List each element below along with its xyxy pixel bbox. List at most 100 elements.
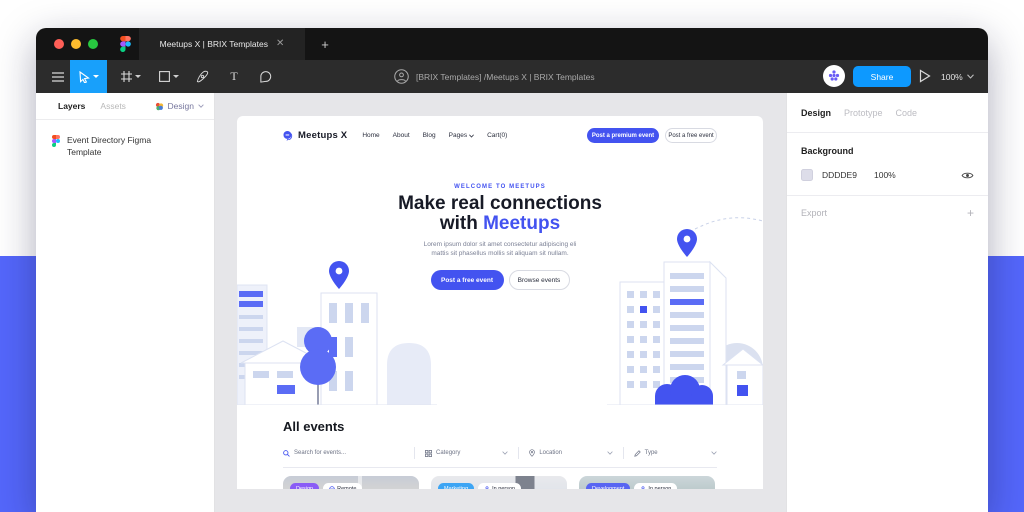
play-icon xyxy=(919,69,931,83)
post-free-event-button[interactable]: Post a free event xyxy=(665,128,717,143)
event-card-development[interactable]: Development In person xyxy=(579,476,715,489)
mode-badge: In person xyxy=(478,483,522,489)
properties-panel: Design Prototype Code Background DDDDE9 … xyxy=(786,93,988,512)
eye-icon xyxy=(961,172,974,178)
frame-tool-dropdown-icon[interactable] xyxy=(135,75,141,78)
post-premium-event-button[interactable]: Post a premium event xyxy=(587,128,659,143)
type-filter[interactable]: Type xyxy=(633,449,717,457)
category-badge: Marketing xyxy=(438,483,475,489)
nav-pages-label: Pages xyxy=(448,132,468,139)
brix-logo-icon xyxy=(828,70,840,81)
maximize-window-button[interactable] xyxy=(88,39,98,49)
event-cards-row: Design Remote Marketing In person Develo… xyxy=(283,476,717,489)
person-icon xyxy=(641,485,645,489)
site-logo[interactable]: Meetups X xyxy=(282,130,347,142)
tab-prototype[interactable]: Prototype xyxy=(844,108,883,118)
paint-icon xyxy=(155,102,163,110)
text-tool-button[interactable]: T xyxy=(224,60,244,93)
hero-post-free-event-button[interactable]: Post a free event xyxy=(430,270,504,290)
new-tab-button[interactable]: + xyxy=(316,35,334,53)
filter-divider xyxy=(518,447,520,459)
hero-subtext-line2: mattis sit phasellus mollis sit aliquam … xyxy=(431,250,569,257)
figma-window: Meetups X | BRIX Templates ✕ + T [BRIX T… xyxy=(36,28,988,512)
tab-assets[interactable]: Assets xyxy=(100,101,126,111)
hero-subtext: Lorem ipsum dolor sit amet consectetur a… xyxy=(237,240,763,258)
design-mode-dropdown[interactable]: Design xyxy=(155,101,204,111)
frame-tool-button[interactable] xyxy=(118,60,144,93)
zoom-menu[interactable]: 100% xyxy=(941,60,974,93)
team-avatar[interactable] xyxy=(823,65,845,87)
nav-pages[interactable]: Pages xyxy=(448,132,475,139)
mode-badge-label: In person xyxy=(648,485,672,490)
export-section: Export + xyxy=(787,196,988,230)
event-card-marketing[interactable]: Marketing In person xyxy=(431,476,567,489)
window-titlebar: Meetups X | BRIX Templates ✕ + xyxy=(36,28,988,60)
export-section-title: Export xyxy=(801,208,828,218)
event-card-design[interactable]: Design Remote xyxy=(283,476,419,489)
hero-heading-with: with xyxy=(439,213,478,234)
hamburger-icon xyxy=(52,71,64,82)
chevron-down-icon xyxy=(606,451,613,455)
shape-tool-button[interactable] xyxy=(156,60,182,93)
canvas[interactable]: Meetups X Home About Blog Pages Cart(0) xyxy=(215,93,786,512)
present-button[interactable] xyxy=(919,69,931,83)
visibility-toggle[interactable] xyxy=(961,171,974,180)
chevron-down-icon xyxy=(469,134,475,138)
nav-blog[interactable]: Blog xyxy=(423,132,436,139)
chevron-down-icon xyxy=(711,451,717,455)
opacity-value[interactable]: 100% xyxy=(874,170,896,180)
move-cursor-icon xyxy=(78,70,90,83)
events-title: All events xyxy=(283,419,345,434)
search-input[interactable]: Search for events... xyxy=(283,449,404,457)
tab-layers[interactable]: Layers xyxy=(58,101,85,111)
design-mode-label: Design xyxy=(167,101,194,111)
main-menu-button[interactable] xyxy=(48,60,68,93)
mode-badge: In person xyxy=(634,483,678,490)
tab-close-icon[interactable]: ✕ xyxy=(276,39,284,49)
hero-heading-line2: with Meetups xyxy=(237,214,763,234)
brand-name: Meetups X xyxy=(298,130,348,141)
hero-cta-row: Post a free event Browse events xyxy=(237,270,763,290)
category-grid-icon xyxy=(425,449,432,457)
zoom-level: 100% xyxy=(941,71,963,82)
background-section-title: Background xyxy=(801,146,854,156)
events-filter-bar: Search for events... Category Location T… xyxy=(283,446,717,460)
close-window-button[interactable] xyxy=(54,39,64,49)
move-tool-dropdown-icon[interactable] xyxy=(92,75,99,78)
person-icon xyxy=(485,485,489,489)
events-section: All events Search for events... Category… xyxy=(237,419,763,489)
hero-browse-events-button[interactable]: Browse events xyxy=(508,270,570,290)
nav-about[interactable]: About xyxy=(393,132,410,139)
layer-row-event-directory[interactable]: Event Directory Figma Template xyxy=(52,134,214,158)
comment-bubble-icon xyxy=(259,71,271,83)
color-swatch[interactable] xyxy=(801,169,813,181)
pen-tool-button[interactable] xyxy=(192,60,212,93)
nav-home[interactable]: Home xyxy=(362,132,379,139)
frame-tool-icon xyxy=(121,71,132,82)
tab-design[interactable]: Design xyxy=(801,108,831,118)
location-filter[interactable]: Location xyxy=(529,449,613,457)
breadcrumb: [BRIX Templates] /Meetups X | BRIX Templ… xyxy=(416,71,595,82)
figma-toolbar: T [BRIX Templates] /Meetups X | BRIX Tem… xyxy=(36,60,988,93)
file-breadcrumb[interactable]: [BRIX Templates] /Meetups X | BRIX Templ… xyxy=(394,60,595,93)
file-tab[interactable]: Meetups X | BRIX Templates ✕ xyxy=(139,28,305,60)
layer-name: Event Directory Figma Template xyxy=(67,135,152,157)
tab-code[interactable]: Code xyxy=(896,108,918,118)
share-button[interactable]: Share xyxy=(853,66,911,87)
move-tool-button[interactable] xyxy=(70,60,107,93)
site-nav: Home About Blog Pages Cart(0) xyxy=(362,132,507,139)
category-badge: Design xyxy=(290,483,320,489)
search-icon xyxy=(283,449,290,457)
add-export-button[interactable]: + xyxy=(967,207,974,219)
comment-tool-button[interactable] xyxy=(254,60,276,93)
website-frame[interactable]: Meetups X Home About Blog Pages Cart(0) xyxy=(237,116,763,489)
category-filter[interactable]: Category xyxy=(425,449,509,457)
hero-subtext-line1: Lorem ipsum dolor sit amet consectetur a… xyxy=(423,241,577,248)
card-badges: Marketing In person xyxy=(438,483,522,489)
chevron-down-icon xyxy=(502,451,509,455)
shape-tool-dropdown-icon[interactable] xyxy=(173,75,179,78)
hero-section: WELCOME TO MEETUPS Make real connections… xyxy=(237,155,763,405)
minimize-window-button[interactable] xyxy=(71,39,81,49)
nav-cart[interactable]: Cart(0) xyxy=(487,132,507,139)
color-hex-value[interactable]: DDDDE9 xyxy=(822,170,874,180)
